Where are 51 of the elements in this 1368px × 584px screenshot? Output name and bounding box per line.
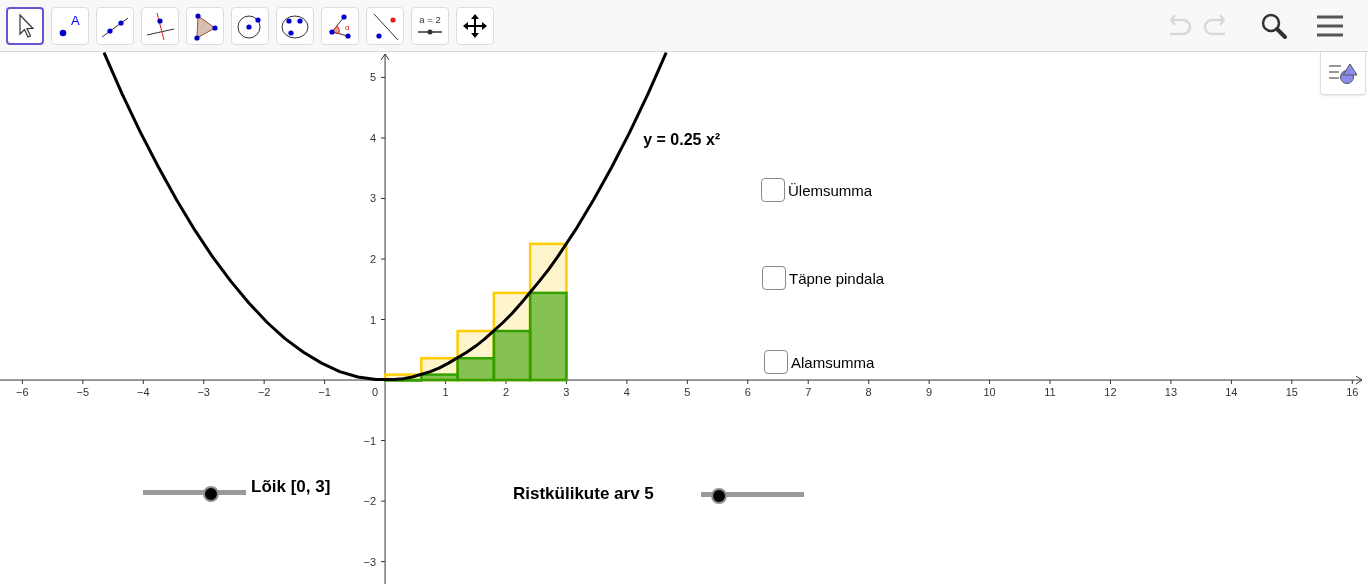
tick-label: −2 <box>257 386 271 399</box>
slider-thumb[interactable] <box>202 486 219 502</box>
move-tool-button[interactable] <box>6 6 44 45</box>
tick-label: −2 <box>363 495 377 508</box>
tick-label: 5 <box>369 71 377 84</box>
tick-label: 16 <box>1346 386 1359 399</box>
perpendicular-tool-button[interactable] <box>141 6 179 45</box>
checkbox-label[interactable]: Alamsumma <box>791 353 875 371</box>
tick-label: 3 <box>369 192 377 205</box>
checkbox[interactable] <box>764 350 788 374</box>
slider-thumb[interactable] <box>710 488 727 504</box>
style-bar-toggle-button[interactable] <box>1320 52 1366 95</box>
tick-label: 15 <box>1285 386 1298 399</box>
tick-label: 3 <box>563 386 570 399</box>
function-label: y = 0.25 x² <box>643 130 721 149</box>
checkbox[interactable] <box>761 178 785 202</box>
checkbox[interactable] <box>762 266 786 290</box>
slider-label: Lõik [0, 3] <box>251 477 331 497</box>
tick-label: 4 <box>369 131 377 144</box>
tick-label: 12 <box>1104 386 1117 399</box>
polygon-tool-button[interactable] <box>186 6 224 45</box>
tick-label: 5 <box>684 386 691 399</box>
pan-tool-button[interactable] <box>456 6 494 45</box>
tick-label: 2 <box>502 386 510 399</box>
tick-label: −3 <box>363 555 377 568</box>
checkbox-label[interactable]: Täpne pindala <box>789 269 885 287</box>
tick-label: 11 <box>1044 386 1056 399</box>
slider-label: Ristkülikute arv 5 <box>513 484 654 504</box>
tick-label: −1 <box>363 434 377 447</box>
tick-label: −4 <box>137 386 150 399</box>
tick-label: 9 <box>926 386 933 399</box>
tick-label: −3 <box>197 386 210 399</box>
tick-label: 8 <box>865 386 872 399</box>
conic-tool-button[interactable] <box>276 6 314 45</box>
line-tool-button[interactable] <box>96 6 134 45</box>
tick-label: 7 <box>805 386 812 399</box>
reflect-tool-button[interactable] <box>366 6 404 45</box>
checkbox-label[interactable]: Ülemsumma <box>788 181 873 199</box>
tick-label: 4 <box>623 386 630 399</box>
tick-label: 0 <box>372 386 379 399</box>
circle-tool-button[interactable] <box>231 6 269 45</box>
tick-label: 2 <box>369 253 377 265</box>
tick-label: 14 <box>1225 386 1238 399</box>
tick-label: 13 <box>1164 386 1178 399</box>
tick-label: −1 <box>318 386 331 399</box>
tick-label: 6 <box>744 386 751 399</box>
tick-label: 10 <box>983 386 996 399</box>
tick-label: −5 <box>76 386 90 399</box>
tick-label: 1 <box>369 313 377 326</box>
tick-label: 1 <box>442 386 449 399</box>
tick-label: −6 <box>16 386 29 399</box>
